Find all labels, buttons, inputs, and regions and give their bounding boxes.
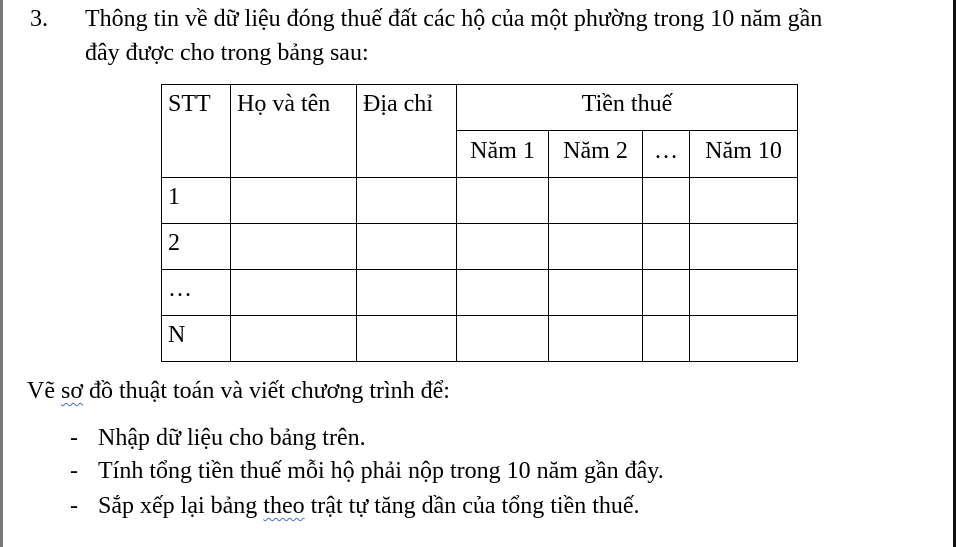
table-row: … (161, 269, 798, 316)
cell-empty (689, 177, 798, 224)
cell-empty (230, 177, 357, 224)
bullet-item: - Tính tổng tiền thuế mỗi hộ phải nộp tro… (70, 456, 664, 486)
bullet-item: - Sắp xếp lại bảng theo trật tự tăng dần … (70, 491, 640, 521)
tax-data-table: STT Họ và tên Địa chỉ Tiền thuế Năm 1 Nă… (161, 84, 798, 362)
table-row: 2 (161, 223, 798, 270)
row-stt: 2 (161, 223, 231, 270)
question-text-line-1: Thông tin về dữ liệu đóng thuế đất các h… (85, 6, 823, 32)
cell-empty (689, 223, 798, 270)
cell-empty (356, 223, 457, 270)
cell-empty (642, 269, 690, 316)
cell-empty (356, 315, 457, 362)
row-stt: … (161, 269, 231, 316)
bullet-text-start: Sắp xếp lại bảng (98, 493, 264, 519)
row-stt: 1 (161, 177, 231, 224)
question-text-line-2: đây được cho trong bảng sau: (85, 40, 369, 66)
header-year-10: Năm 10 (689, 130, 798, 178)
header-address: Địa chỉ (356, 84, 457, 178)
cell-empty (548, 223, 643, 270)
table-row: N (161, 315, 798, 362)
question-number: 3. (30, 6, 48, 32)
spellcheck-flagged-word: theo (263, 493, 305, 519)
bullet-text: Nhập dữ liệu cho bảng trên. (98, 425, 366, 451)
cell-empty (548, 315, 643, 362)
table-row: 1 (161, 177, 798, 224)
cell-empty (642, 315, 690, 362)
cell-empty (456, 177, 549, 224)
left-edge-line (0, 0, 3, 547)
intro-text-end: đồ thuật toán và viết chương trình để: (83, 378, 450, 404)
bullet-item: - Nhập dữ liệu cho bảng trên. (70, 423, 366, 453)
cell-empty (456, 223, 549, 270)
spellcheck-flagged-word: sơ (60, 378, 84, 404)
header-stt: STT (161, 84, 231, 178)
header-year-2: Năm 2 (548, 130, 643, 178)
header-year-ellipsis: … (642, 130, 690, 178)
bullet-dash: - (70, 458, 78, 484)
cell-empty (456, 315, 549, 362)
header-tax: Tiền thuế (456, 84, 798, 131)
row-stt: N (161, 315, 231, 362)
bullet-dash: - (70, 425, 78, 451)
cell-empty (548, 269, 643, 316)
instruction-intro: Vẽ sơ đồ thuật toán và viết chương trình… (27, 376, 450, 406)
header-year-1: Năm 1 (456, 130, 549, 178)
cell-empty (356, 177, 457, 224)
cell-empty (689, 269, 798, 316)
cell-empty (689, 315, 798, 362)
intro-text-start: Vẽ (27, 378, 61, 404)
cell-empty (230, 315, 357, 362)
cell-empty (356, 269, 457, 316)
cell-empty (230, 223, 357, 270)
bullet-text-end: trật tự tăng dần của tổng tiền thuế. (304, 493, 640, 519)
cell-empty (642, 177, 690, 224)
header-row-main: STT Họ và tên Địa chỉ Tiền thuế (161, 84, 798, 178)
bullet-text: Tính tổng tiền thuế mỗi hộ phải nộp tron… (98, 458, 664, 484)
bullet-dash: - (70, 493, 78, 519)
header-name: Họ và tên (230, 84, 357, 178)
cell-empty (456, 269, 549, 316)
cell-empty (548, 177, 643, 224)
cell-empty (230, 269, 357, 316)
cell-empty (642, 223, 690, 270)
